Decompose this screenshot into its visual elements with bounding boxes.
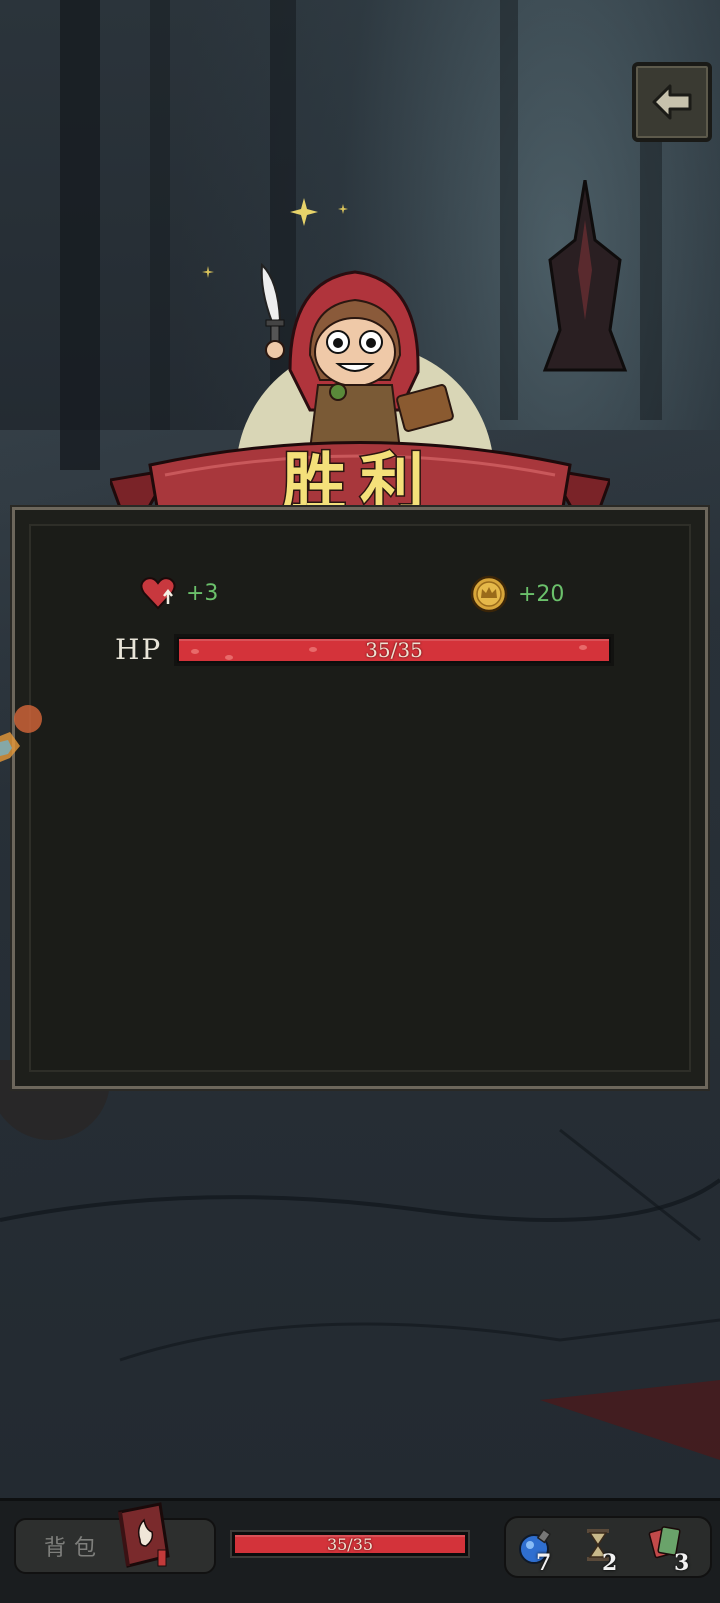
sparkle-icon	[290, 198, 318, 226]
gold-bonus: +20	[518, 581, 565, 607]
hp-bar: 35/35	[174, 634, 614, 666]
bag-label: 背包	[44, 1536, 105, 1561]
gold-reward: +20	[470, 575, 564, 613]
back-arrow-icon	[652, 84, 692, 120]
hourglass-count: 2	[602, 1550, 618, 1576]
bottom-hp-bar: 35/35	[230, 1530, 470, 1558]
cards-count: 3	[674, 1550, 690, 1576]
hp-label: HP	[115, 633, 163, 666]
floor-cracks	[0, 1060, 720, 1460]
result-panel	[12, 507, 708, 1089]
gold-coin-icon	[470, 575, 508, 613]
hero-character	[260, 262, 454, 450]
max-hp-reward: +3	[140, 576, 218, 610]
max-hp-bonus: +3	[186, 580, 219, 606]
side-star-icon	[0, 732, 20, 762]
bottom-hp-value: 35/35	[326, 1534, 374, 1554]
throne-silhouette	[542, 180, 628, 372]
potion-count: 7	[536, 1550, 552, 1576]
max-hp-heart-icon	[140, 577, 176, 610]
backpack-book-icon[interactable]	[110, 1500, 174, 1570]
sparkle-icon	[202, 266, 214, 278]
back-button[interactable]	[632, 62, 712, 142]
sparkle-icon	[338, 204, 348, 214]
hp-value: 35/35	[365, 638, 423, 662]
